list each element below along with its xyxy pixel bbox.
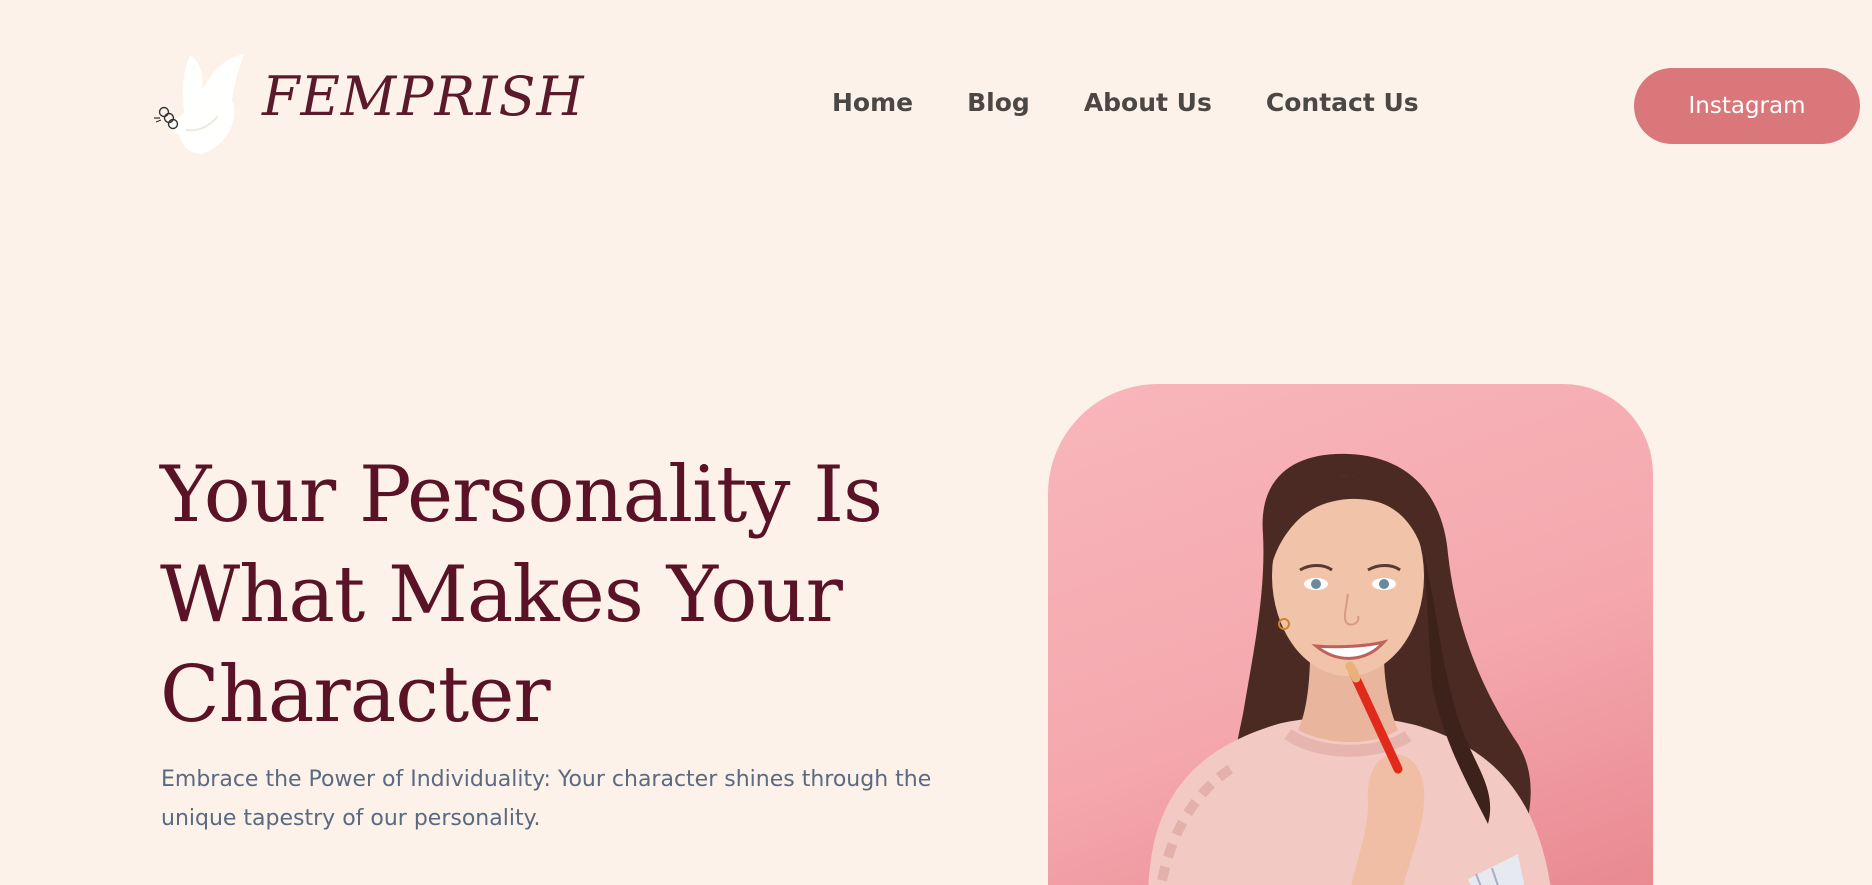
hero-photo bbox=[1048, 384, 1653, 885]
hero-subtitle: Embrace the Power of Individuality: Your… bbox=[161, 767, 932, 831]
hero-title: Your Personality Is What Makes Your Char… bbox=[160, 450, 883, 740]
nav-blog[interactable]: Blog bbox=[967, 88, 1030, 117]
main-nav: Home Blog About Us Contact Us bbox=[832, 88, 1419, 117]
logo[interactable]: FEMPRISH bbox=[152, 50, 584, 160]
instagram-button[interactable]: Instagram bbox=[1634, 68, 1860, 144]
page: FEMPRISH Home Blog About Us Contact Us I… bbox=[0, 0, 1872, 885]
dove-icon bbox=[154, 54, 244, 154]
nav-home[interactable]: Home bbox=[832, 88, 913, 117]
nav-about-us[interactable]: About Us bbox=[1084, 88, 1212, 117]
woman-with-pencil-photo bbox=[1148, 453, 1551, 885]
logo-text: FEMPRISH bbox=[262, 65, 585, 128]
nav-contact-us[interactable]: Contact Us bbox=[1266, 88, 1419, 117]
